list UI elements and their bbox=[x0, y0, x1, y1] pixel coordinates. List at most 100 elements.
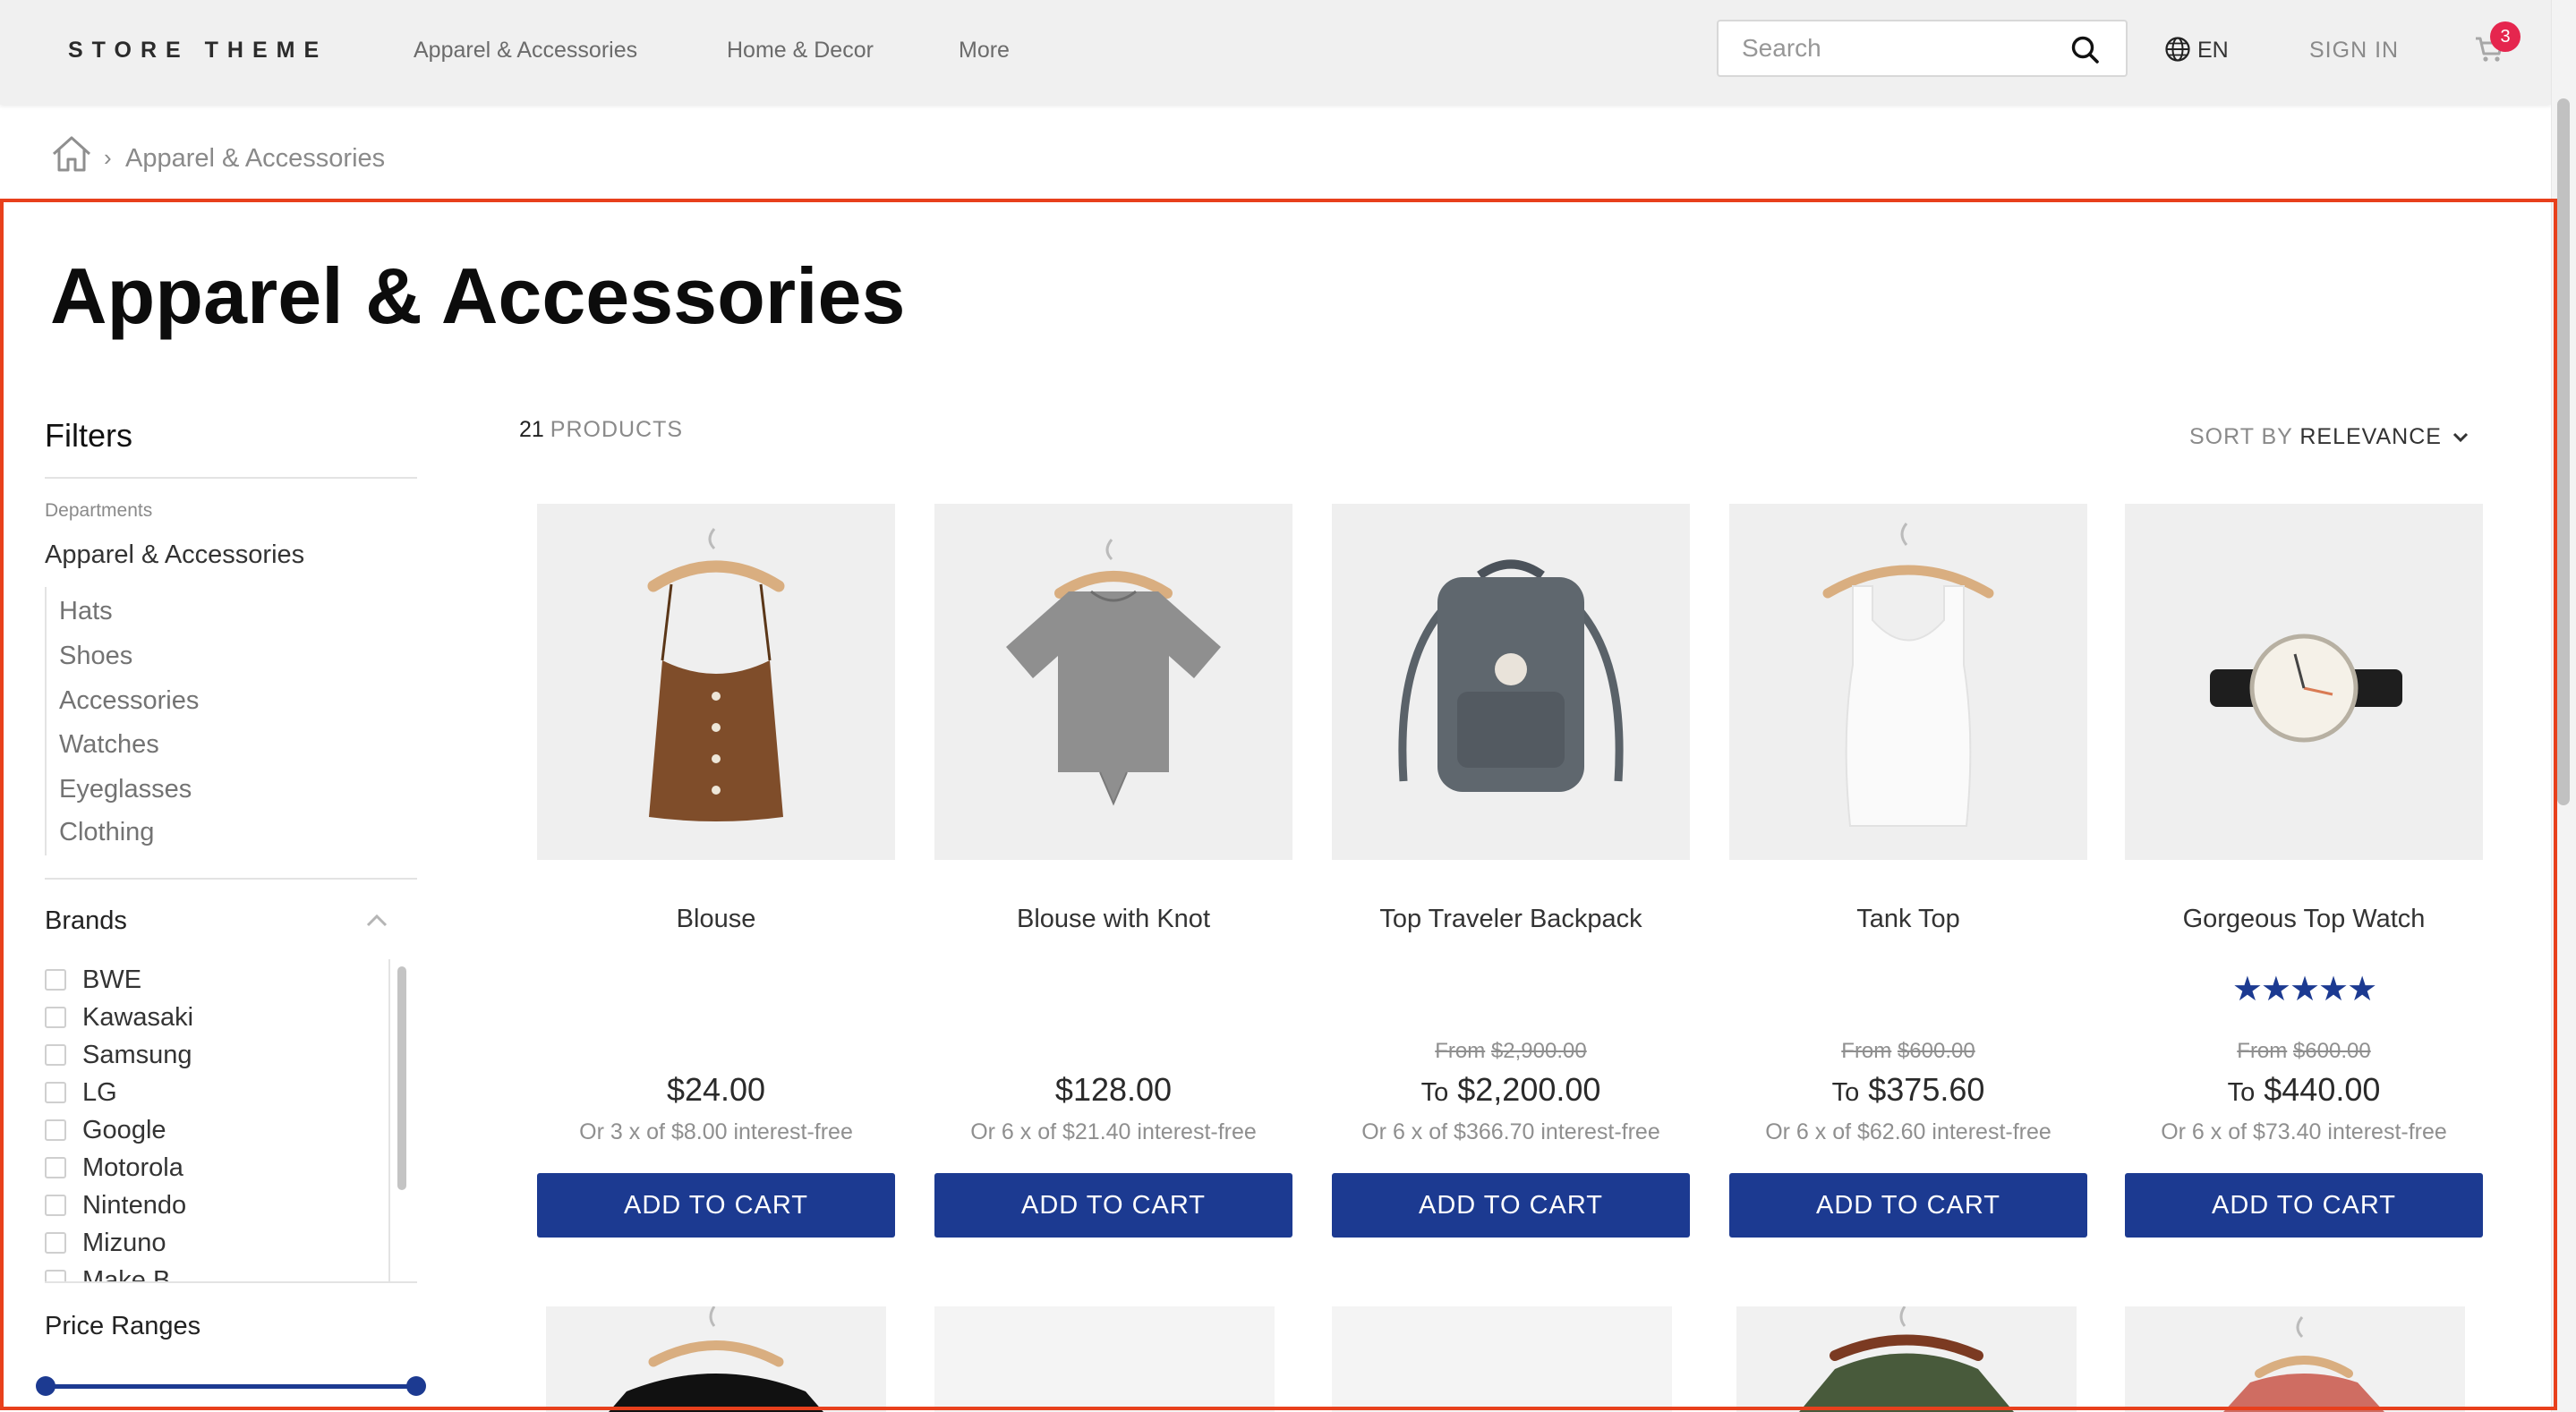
list-from: From bbox=[2237, 1039, 2288, 1063]
product-image-gorgeous-top-watch[interactable] bbox=[2125, 504, 2483, 860]
price-to-prefix: To bbox=[1420, 1078, 1449, 1107]
brand-checkbox[interactable] bbox=[45, 1007, 66, 1028]
brand-option-samsung[interactable]: Samsung bbox=[45, 1036, 192, 1074]
product-price: To $2,200.00 bbox=[1332, 1071, 1690, 1109]
price-to-prefix: To bbox=[1831, 1078, 1860, 1107]
product-list-price: From $2,900.00 bbox=[1332, 1039, 1690, 1064]
brands-scrollbar-thumb[interactable] bbox=[397, 966, 406, 1190]
brand-label: Kawasaki bbox=[82, 1002, 194, 1032]
sort-dropdown[interactable]: SORT BY RELEVANCE bbox=[2189, 424, 2442, 450]
product-image-top-traveler-backpack[interactable] bbox=[1332, 504, 1690, 860]
page-scrollbar-thumb[interactable] bbox=[2557, 98, 2570, 805]
price-value: $440.00 bbox=[2264, 1071, 2381, 1108]
cart-count-badge: 3 bbox=[2490, 21, 2521, 52]
product-name[interactable]: Blouse with Knot bbox=[934, 905, 1292, 934]
price-ranges-title[interactable]: Price Ranges bbox=[45, 1312, 200, 1341]
search-icon[interactable] bbox=[2070, 35, 2101, 65]
brand-checkbox[interactable] bbox=[45, 1082, 66, 1103]
brand-option-make-b[interactable]: Make B bbox=[45, 1262, 170, 1283]
brands-list: BWE Kawasaki Samsung LG Google Motorola … bbox=[45, 959, 415, 1283]
add-to-cart-button[interactable]: ADD TO CART bbox=[537, 1173, 895, 1238]
product-installments: Or 6 x of $73.40 interest-free bbox=[2161, 1119, 2447, 1144]
product-name[interactable]: Blouse bbox=[537, 905, 895, 934]
product-name[interactable]: Tank Top bbox=[1729, 905, 2087, 934]
product-card-top-traveler-backpack[interactable]: Top Traveler Backpack From $2,900.00 To … bbox=[1332, 504, 1690, 1239]
brand-checkbox[interactable] bbox=[45, 1119, 66, 1141]
sign-in-link[interactable]: SIGN IN bbox=[2309, 38, 2399, 64]
product-count-number: 21 bbox=[519, 417, 544, 442]
price-slider-max-handle[interactable] bbox=[406, 1376, 426, 1396]
store-logo[interactable]: STORE THEME bbox=[68, 38, 328, 64]
brand-option-google[interactable]: Google bbox=[45, 1111, 166, 1149]
brand-option-bwe[interactable]: BWE bbox=[45, 961, 141, 999]
brand-label: Motorola bbox=[82, 1153, 183, 1182]
price-slider-track[interactable] bbox=[45, 1384, 417, 1389]
chevron-down-icon[interactable] bbox=[2449, 425, 2472, 448]
departments-divider bbox=[45, 878, 417, 880]
brand-checkbox[interactable] bbox=[45, 1232, 66, 1254]
product-price: $24.00 bbox=[537, 1071, 895, 1109]
department-accessories[interactable]: Accessories bbox=[59, 686, 199, 716]
add-to-cart-button[interactable]: ADD TO CART bbox=[2125, 1173, 2483, 1238]
brand-label: Mizuno bbox=[82, 1228, 166, 1257]
product-image-row2-4[interactable] bbox=[1736, 1306, 2077, 1412]
nav-more[interactable]: More bbox=[959, 38, 1010, 64]
price-slider-min-handle[interactable] bbox=[36, 1376, 55, 1396]
product-image-tank-top[interactable] bbox=[1729, 504, 2087, 860]
product-image-row2-2[interactable] bbox=[934, 1306, 1275, 1412]
product-card-tank-top[interactable]: Tank Top From $600.00 To $375.60 Or 6 x … bbox=[1729, 504, 2087, 1239]
brand-checkbox[interactable] bbox=[45, 1157, 66, 1178]
product-image-blouse-with-knot[interactable] bbox=[934, 504, 1292, 860]
brand-label: LG bbox=[82, 1077, 117, 1107]
brand-checkbox[interactable] bbox=[45, 1195, 66, 1216]
globe-icon[interactable] bbox=[2164, 36, 2191, 63]
breadcrumb-current[interactable]: Apparel & Accessories bbox=[125, 144, 385, 174]
chevron-up-icon[interactable] bbox=[363, 907, 390, 934]
brand-checkbox[interactable] bbox=[45, 1044, 66, 1066]
product-name[interactable]: Top Traveler Backpack bbox=[1332, 905, 1690, 934]
nav-home-decor[interactable]: Home & Decor bbox=[727, 38, 874, 64]
departments-label: Departments bbox=[45, 500, 153, 521]
department-current[interactable]: Apparel & Accessories bbox=[45, 540, 304, 570]
brand-option-kawasaki[interactable]: Kawasaki bbox=[45, 999, 193, 1036]
department-hats[interactable]: Hats bbox=[59, 597, 113, 626]
product-image-row2-5[interactable] bbox=[2125, 1306, 2465, 1412]
add-to-cart-button[interactable]: ADD TO CART bbox=[1332, 1173, 1690, 1238]
language-label[interactable]: EN bbox=[2197, 38, 2229, 64]
brand-option-mizuno[interactable]: Mizuno bbox=[45, 1224, 166, 1262]
nav-apparel[interactable]: Apparel & Accessories bbox=[414, 38, 637, 64]
product-price: To $440.00 bbox=[2125, 1071, 2483, 1109]
department-watches[interactable]: Watches bbox=[59, 730, 159, 760]
brand-checkbox[interactable] bbox=[45, 969, 66, 991]
department-shoes[interactable]: Shoes bbox=[59, 642, 132, 671]
brand-label: Google bbox=[82, 1115, 166, 1144]
brand-option-lg[interactable]: LG bbox=[45, 1074, 117, 1111]
add-to-cart-button[interactable]: ADD TO CART bbox=[934, 1173, 1292, 1238]
search-box bbox=[1717, 20, 2128, 77]
breadcrumb-separator: › bbox=[104, 144, 112, 171]
product-image-blouse[interactable] bbox=[537, 504, 895, 860]
department-clothing[interactable]: Clothing bbox=[59, 818, 154, 847]
product-image-row2-1[interactable] bbox=[546, 1306, 886, 1412]
add-to-cart-button[interactable]: ADD TO CART bbox=[1729, 1173, 2087, 1238]
price-value: $375.60 bbox=[1868, 1071, 1985, 1108]
product-count-label: PRODUCTS bbox=[550, 417, 684, 442]
brand-label: Samsung bbox=[82, 1040, 192, 1069]
product-card-blouse-with-knot[interactable]: Blouse with Knot $128.00 Or 6 x of $21.4… bbox=[934, 504, 1292, 1239]
department-eyeglasses[interactable]: Eyeglasses bbox=[59, 775, 192, 804]
brand-option-motorola[interactable]: Motorola bbox=[45, 1149, 183, 1187]
list-price: $600.00 bbox=[2292, 1039, 2371, 1063]
home-icon[interactable] bbox=[50, 134, 93, 174]
search-input[interactable] bbox=[1742, 21, 2064, 75]
product-card-blouse[interactable]: Blouse $24.00 Or 3 x of $8.00 interest-f… bbox=[537, 504, 895, 1239]
product-card-gorgeous-top-watch[interactable]: Gorgeous Top Watch ★★★★★ From $600.00 To… bbox=[2125, 504, 2483, 1239]
product-installments: Or 6 x of $21.40 interest-free bbox=[970, 1119, 1257, 1144]
product-image-row2-3[interactable] bbox=[1332, 1306, 1672, 1412]
department-list-rail bbox=[45, 587, 57, 855]
brands-title[interactable]: Brands bbox=[45, 906, 127, 936]
list-price: $600.00 bbox=[1897, 1039, 1975, 1063]
brand-option-nintendo[interactable]: Nintendo bbox=[45, 1187, 186, 1224]
product-name[interactable]: Gorgeous Top Watch bbox=[2125, 905, 2483, 934]
brand-label: BWE bbox=[82, 965, 142, 994]
page-title: Apparel & Accessories bbox=[50, 251, 906, 340]
